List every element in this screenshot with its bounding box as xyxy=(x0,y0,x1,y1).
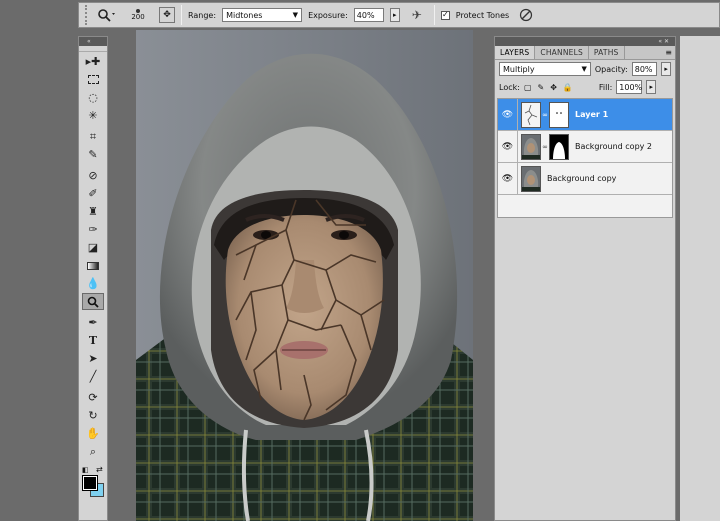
layer-mask-thumbnail[interactable] xyxy=(549,133,569,160)
tablet-pressure-icon[interactable] xyxy=(515,5,537,25)
fill-input[interactable]: 100% xyxy=(616,80,643,94)
tab-layers[interactable]: LAYERS xyxy=(495,46,536,59)
crop-tool-icon[interactable]: ⌗ xyxy=(82,128,104,145)
range-label: Range: xyxy=(188,10,217,20)
layer-thumbnail xyxy=(521,101,541,128)
path-selection-tool-icon[interactable]: ➤ xyxy=(82,350,104,367)
layer-name: Layer 1 xyxy=(575,110,609,119)
photo-hooded-man-cracked-face xyxy=(136,30,473,521)
history-brush-tool-icon[interactable]: ✑ xyxy=(82,221,104,238)
layer-name: Background copy 2 xyxy=(575,142,653,151)
eye-icon[interactable]: 👁 xyxy=(498,130,518,163)
lock-transparency-icon[interactable]: ▢ xyxy=(524,83,532,92)
exposure-slider-button[interactable]: ▸ xyxy=(389,8,400,22)
lock-all-icon[interactable]: 🔒 xyxy=(563,83,573,92)
toolbox-grip[interactable] xyxy=(79,46,107,52)
panel-tabs: LAYERS CHANNELS PATHS ≡ xyxy=(495,46,675,60)
line-tool-icon[interactable]: ╱ xyxy=(82,368,104,385)
layer-name: Background copy xyxy=(547,174,617,183)
exposure-input[interactable]: 40% xyxy=(353,8,384,22)
lock-row: Lock: ▢ ✎ ✥ 🔒 Fill: 100% ▸ xyxy=(495,78,675,96)
pen-tool-icon[interactable]: ✒ xyxy=(82,314,104,331)
brush-preset-picker[interactable]: 200 xyxy=(123,4,153,26)
blend-row: Multiply ▼ Opacity: 80% ▸ xyxy=(495,60,675,78)
eyedropper-tool-icon[interactable]: ✎ xyxy=(82,146,104,163)
opacity-label: Opacity: xyxy=(594,64,628,74)
lock-position-icon[interactable]: ✥ xyxy=(550,83,557,92)
separator xyxy=(433,5,435,25)
layer-row-background-copy[interactable]: 👁 Background copy xyxy=(498,162,672,195)
brush-size-value: 200 xyxy=(131,13,145,21)
move-tool-icon[interactable]: ▸✚ xyxy=(82,53,104,70)
layer-thumbnail xyxy=(521,165,541,192)
layers-list: 👁 ∞ Layer 1 👁 ∞ Background copy 2 👁 Back… xyxy=(497,98,673,218)
airbrush-icon[interactable]: ✈ xyxy=(406,5,428,25)
toolbox: « ▸✚ ◌ ✳ ⌗ ✎ ⊘ ✐ ♜ ✑ ◪ 💧 ✒ T ➤ ╱ ⟳ ↻ ✋ ⌕… xyxy=(78,36,108,521)
eye-icon[interactable]: 👁 xyxy=(498,98,518,131)
blend-mode-value: Multiply xyxy=(503,64,535,74)
panel-collapse-bar[interactable]: « ✕ xyxy=(495,37,675,46)
eye-icon[interactable]: 👁 xyxy=(498,162,518,195)
link-icon[interactable]: ∞ xyxy=(541,111,549,119)
chevron-down-icon: ▼ xyxy=(292,11,299,19)
gradient-tool-icon[interactable] xyxy=(82,257,104,274)
lasso-tool-icon[interactable]: ◌ xyxy=(82,89,104,106)
color-swatches: ◧ ⇄ xyxy=(79,464,107,500)
swap-colors-icon[interactable]: ⇄ xyxy=(96,465,103,474)
toolbox-collapse-bar[interactable]: « xyxy=(79,37,107,46)
range-select[interactable]: Midtones ▼ xyxy=(222,8,303,22)
options-bar-grip[interactable] xyxy=(85,5,89,25)
magic-wand-tool-icon[interactable]: ✳ xyxy=(82,107,104,124)
3d-rotate-tool-icon[interactable]: ⟳ xyxy=(82,389,104,406)
right-dock-strip xyxy=(680,36,720,521)
panel-menu-icon[interactable]: ≡ xyxy=(665,48,672,57)
options-bar: 200 ✥ Range: Midtones ▼ Exposure: 40% ▸ ✈… xyxy=(78,2,720,28)
3d-orbit-tool-icon[interactable]: ↻ xyxy=(82,407,104,424)
type-tool-icon[interactable]: T xyxy=(82,332,104,349)
tab-channels[interactable]: CHANNELS xyxy=(535,46,589,59)
airbrush-toggle-icon[interactable]: ✥ xyxy=(159,7,175,23)
marquee-tool-icon[interactable] xyxy=(82,71,104,88)
fill-slider-button[interactable]: ▸ xyxy=(646,80,657,94)
link-icon[interactable]: ∞ xyxy=(541,143,549,151)
layers-panel: « ✕ LAYERS CHANNELS PATHS ≡ Multiply ▼ Op… xyxy=(494,36,676,521)
opacity-input[interactable]: 80% xyxy=(631,62,658,76)
lock-pixels-icon[interactable]: ✎ xyxy=(538,83,545,92)
document-canvas[interactable] xyxy=(136,30,473,521)
hand-tool-icon[interactable]: ✋ xyxy=(82,425,104,442)
dodge-tool-icon[interactable] xyxy=(95,5,117,25)
dodge-tool-icon[interactable] xyxy=(82,293,104,310)
protect-tones-label: Protect Tones xyxy=(455,10,510,20)
eraser-tool-icon[interactable]: ◪ xyxy=(82,239,104,256)
layer-row-layer-1[interactable]: 👁 ∞ Layer 1 xyxy=(498,98,672,131)
layer-thumbnail xyxy=(521,133,541,160)
exposure-label: Exposure: xyxy=(308,10,348,20)
brush-tool-icon[interactable]: ✐ xyxy=(82,185,104,202)
default-colors-icon[interactable]: ◧ xyxy=(82,466,89,474)
layer-mask-thumbnail[interactable] xyxy=(549,101,569,128)
protect-tones-checkbox[interactable]: ✓ xyxy=(440,10,450,20)
chevron-down-icon: ▼ xyxy=(581,65,587,73)
foreground-color-swatch[interactable] xyxy=(82,475,98,491)
clone-stamp-tool-icon[interactable]: ♜ xyxy=(82,203,104,220)
blend-mode-select[interactable]: Multiply ▼ xyxy=(499,62,591,76)
opacity-slider-button[interactable]: ▸ xyxy=(661,62,671,76)
fill-label: Fill: xyxy=(598,82,613,92)
tab-paths[interactable]: PATHS xyxy=(589,46,625,59)
range-value: Midtones xyxy=(226,10,263,20)
layer-row-background-copy-2[interactable]: 👁 ∞ Background copy 2 xyxy=(498,130,672,163)
separator xyxy=(181,5,182,25)
blur-tool-icon[interactable]: 💧 xyxy=(82,275,104,292)
healing-brush-tool-icon[interactable]: ⊘ xyxy=(82,167,104,184)
lock-label: Lock: xyxy=(499,82,520,92)
zoom-tool-icon[interactable]: ⌕ xyxy=(82,443,104,460)
